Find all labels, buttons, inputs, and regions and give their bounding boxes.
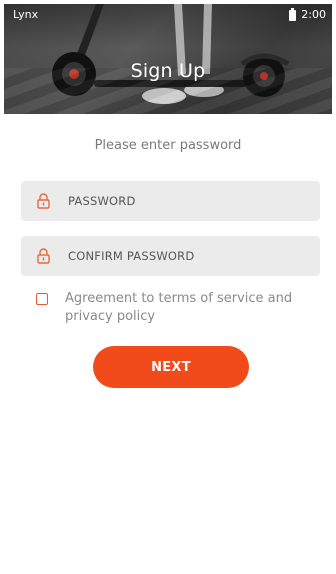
carrier-name: Lynx: [13, 8, 39, 21]
password-field[interactable]: [21, 181, 320, 221]
agreement-row: Agreement to terms of service and privac…: [36, 290, 306, 326]
page-title: Sign Up: [130, 60, 206, 82]
lock-icon: [36, 247, 50, 265]
password-input[interactable]: [66, 193, 300, 209]
status-time: 2:00: [301, 8, 326, 21]
form-subtitle: Please enter password: [94, 138, 242, 153]
header-banner: Lynx 2:00 Sign Up: [4, 4, 332, 114]
agreement-label[interactable]: Agreement to terms of service and privac…: [65, 290, 306, 326]
battery-icon: [289, 7, 297, 21]
confirm-password-input[interactable]: [66, 248, 300, 264]
next-button[interactable]: NEXT: [93, 346, 249, 388]
confirm-password-field[interactable]: [21, 236, 320, 276]
status-bar: Lynx 2:00: [4, 4, 332, 26]
agreement-checkbox[interactable]: [36, 293, 48, 305]
lock-icon: [36, 192, 50, 210]
